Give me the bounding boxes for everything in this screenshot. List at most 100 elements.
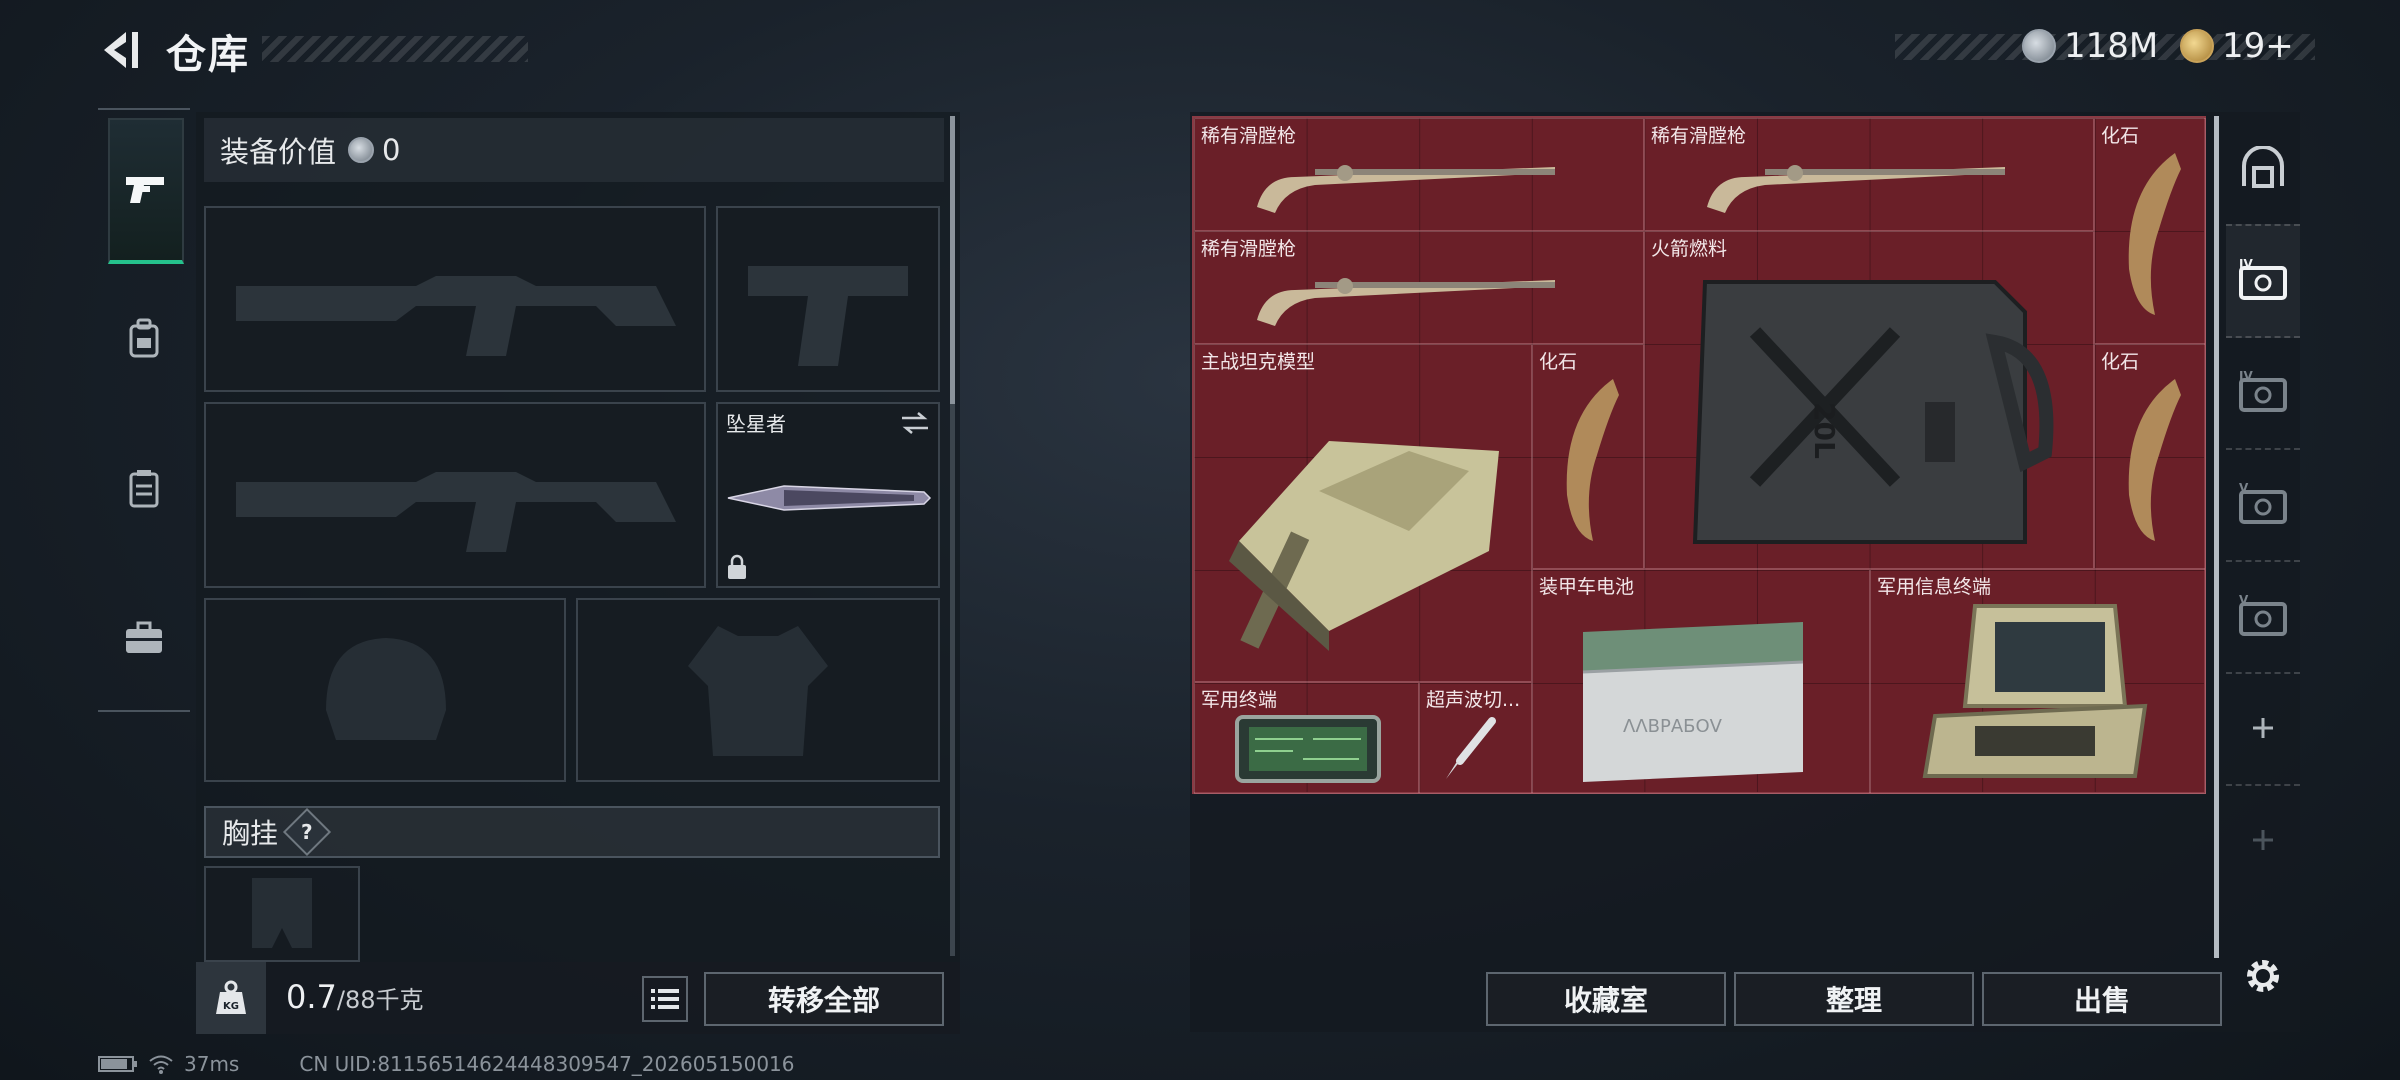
status-bar: 37ms CN UID:8115651462444830954​7_202605…: [98, 1052, 795, 1076]
plus-icon: [2253, 830, 2273, 850]
item-label: 稀有滑膛枪: [1201, 125, 1297, 147]
shelter-icon: [2242, 146, 2284, 188]
list-icon: [651, 989, 679, 1009]
storage-grid: 稀有滑膛枪 稀有滑膛枪 化石 稀有滑膛枪 火箭燃料 20L 主战坦克模型 化石 …: [1192, 116, 2206, 794]
storage-item-ultrasonic-cutter[interactable]: 超声波切...: [1419, 682, 1532, 794]
vest-icon: [129, 470, 159, 508]
page-title: 仓库: [166, 32, 250, 78]
currency-gold-amount: 19+: [2222, 26, 2294, 66]
currency-gold[interactable]: 19+: [2180, 26, 2294, 66]
rail-tab-toolbox[interactable]: [98, 568, 190, 708]
safe-box-icon: IV: [2239, 257, 2287, 300]
list-view-button[interactable]: [642, 976, 688, 1022]
rugged-laptop-icon: [1922, 604, 2148, 778]
chest-rig-silhouette-icon: [252, 878, 312, 948]
storage-item-fossil[interactable]: 化石: [1532, 344, 1644, 569]
item-label: 军用信息终端: [1877, 576, 1992, 598]
silver-coin-icon: [348, 137, 375, 163]
fossil-claw-icon: [1566, 379, 1619, 541]
side-tab-container-1[interactable]: IV: [2226, 224, 2300, 338]
storage-item-tank-model[interactable]: 主战坦克模型: [1194, 344, 1532, 682]
gold-coin-icon: [2180, 29, 2214, 63]
tank-icon: [1229, 441, 1499, 651]
currency-silver-amount: 118M: [2064, 26, 2159, 66]
wifi-icon: [149, 1055, 173, 1074]
loadout-scrollbar-thumb[interactable]: [950, 116, 955, 404]
swap-icon[interactable]: [900, 410, 930, 436]
battery-status-icon: [98, 1056, 137, 1072]
rail-tab-backpack[interactable]: [98, 268, 190, 408]
fossil-claw-icon: [2128, 379, 2181, 541]
item-label: 超声波切...: [1426, 689, 1521, 711]
storage-item-musket[interactable]: 稀有滑膛枪: [1644, 118, 2094, 231]
melee-slot[interactable]: 坠星者: [716, 402, 940, 588]
chest-rig-header[interactable]: 胸挂 ?: [204, 806, 940, 858]
storage-item-musket[interactable]: 稀有滑膛枪: [1194, 231, 1644, 344]
musket-icon: [1257, 165, 1555, 213]
organize-button[interactable]: 整理: [1734, 972, 1974, 1026]
rail-tab-vest[interactable]: [98, 418, 190, 558]
storage-item-musket[interactable]: 稀有滑膛枪: [1194, 118, 1644, 231]
uid-text: CN UID:8115651462444830954​7_20260515001…: [299, 1052, 795, 1076]
storage-item-military-terminal[interactable]: 军用终端: [1194, 682, 1419, 794]
briefcase-icon: [126, 621, 162, 653]
side-tab-home[interactable]: [2226, 112, 2300, 226]
safe-box-icon: V: [2239, 481, 2287, 524]
add-container-button[interactable]: [2226, 672, 2300, 786]
carry-weight: 0.7/88千克: [286, 978, 424, 1016]
storage-scrollbar-thumb[interactable]: [2214, 116, 2219, 958]
equipment-value-amount: 0: [382, 133, 401, 167]
svg-text:KG: KG: [223, 1001, 239, 1012]
add-container-button-disabled: [2226, 784, 2300, 896]
weight-indicator: KG: [196, 962, 266, 1034]
item-label: 稀有滑膛枪: [1201, 238, 1297, 260]
svg-text:IV: IV: [2239, 369, 2253, 383]
gear-icon: [2247, 960, 2279, 992]
backpack-icon: [129, 318, 159, 358]
musket-icon: [1707, 165, 2005, 213]
pistol-silhouette-icon: [748, 266, 908, 366]
rail-tab-weapons[interactable]: [108, 118, 184, 264]
storage-item-rocket-fuel[interactable]: 火箭燃料 20L: [1644, 231, 2094, 569]
storage-item-armored-battery[interactable]: 装甲车电池 ΛΛΒΡΑБΟV: [1532, 569, 1870, 794]
helmet-slot[interactable]: [204, 598, 566, 782]
safe-box-icon: IV: [2239, 369, 2287, 412]
equipment-value-bar: 装备价值 0: [204, 118, 944, 182]
safe-box-icon: V: [2239, 593, 2287, 636]
side-tab-container-2[interactable]: IV: [2226, 336, 2300, 450]
storage-item-fossil[interactable]: 化石: [2094, 344, 2206, 569]
armor-silhouette-icon: [688, 626, 828, 756]
chest-rig-slot[interactable]: [204, 866, 360, 962]
carry-weight-current: 0.7: [286, 978, 337, 1016]
item-label: 稀有滑膛枪: [1651, 125, 1747, 147]
knife-icon: [727, 485, 932, 511]
storage-item-fossil[interactable]: 化石: [2094, 118, 2206, 344]
item-label: 主战坦克模型: [1201, 351, 1316, 373]
melee-name: 坠星者: [726, 412, 786, 436]
side-tab-container-4[interactable]: V: [2226, 560, 2300, 674]
collection-room-button[interactable]: 收藏室: [1486, 972, 1726, 1026]
circuit-board-icon: [1235, 715, 1381, 783]
secondary-weapon-slot[interactable]: [204, 402, 706, 588]
svg-text:20L: 20L: [1808, 402, 1841, 459]
scalpel-icon: [1446, 717, 1496, 779]
jerrycan-icon: 20L: [1692, 280, 2054, 544]
sell-button[interactable]: 出售: [1982, 972, 2222, 1026]
equipment-value-label: 装备价值: [220, 135, 337, 169]
primary-weapon-slot[interactable]: [204, 206, 706, 392]
svg-text:V: V: [2239, 593, 2249, 607]
ping-text: 37ms: [184, 1052, 240, 1076]
item-label: 化石: [2101, 125, 2140, 147]
currency-silver[interactable]: 118M: [2022, 26, 2158, 66]
side-tab-container-3[interactable]: V: [2226, 448, 2300, 562]
settings-button[interactable]: [2226, 920, 2300, 1032]
armor-slot[interactable]: [576, 598, 940, 782]
item-label: 化石: [2101, 351, 2140, 373]
storage-item-military-info-terminal[interactable]: 军用信息终端: [1870, 569, 2206, 794]
help-icon[interactable]: ?: [282, 807, 332, 857]
pistol-slot[interactable]: [716, 206, 940, 392]
storage-side-tabs: IV IV V V: [2226, 112, 2300, 1032]
transfer-all-button[interactable]: 转移全部: [704, 972, 944, 1026]
musket-icon: [1257, 278, 1555, 326]
back-button[interactable]: [96, 26, 144, 74]
